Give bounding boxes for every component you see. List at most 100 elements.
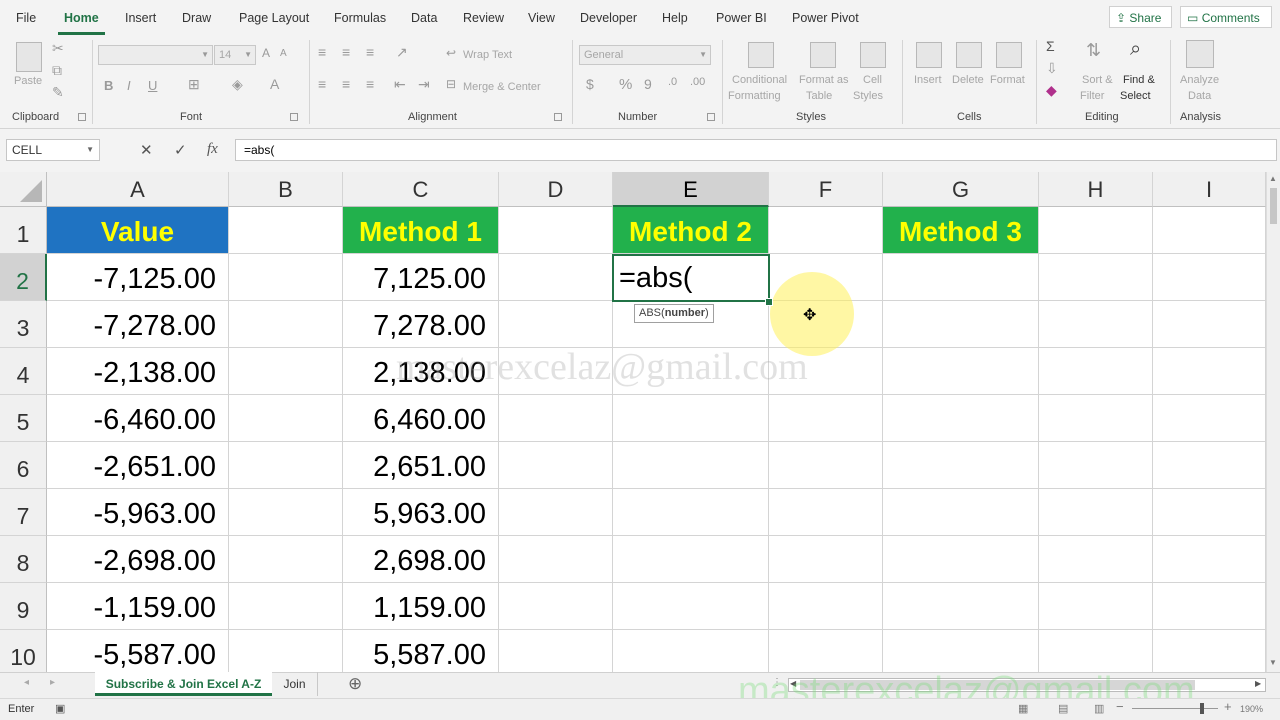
grid-cell[interactable]: [769, 442, 883, 489]
grid-cell[interactable]: [229, 207, 343, 254]
zoom-level[interactable]: 190%: [1240, 704, 1263, 714]
value-cell[interactable]: -7,278.00: [47, 301, 229, 348]
tab-data[interactable]: Data: [411, 11, 437, 25]
grid-cell[interactable]: [1039, 489, 1153, 536]
header-cell-method-3[interactable]: Method 3: [883, 207, 1039, 254]
align-top-icon[interactable]: ≡: [318, 44, 326, 60]
number-launcher-icon[interactable]: [707, 113, 715, 121]
column-header-d[interactable]: D: [499, 172, 613, 207]
paste-icon[interactable]: [16, 42, 42, 72]
row-header-3[interactable]: 3: [0, 301, 47, 348]
zoom-slider[interactable]: [1132, 708, 1218, 709]
grid-cell[interactable]: [769, 207, 883, 254]
next-sheet-icon[interactable]: ▸: [50, 677, 55, 688]
grid-cell[interactable]: [613, 583, 769, 630]
grid-cell[interactable]: [229, 348, 343, 395]
analyze-data-icon[interactable]: [1186, 40, 1214, 68]
grid-cell[interactable]: [769, 583, 883, 630]
grid-cell[interactable]: [769, 489, 883, 536]
grid-cell[interactable]: [229, 254, 343, 301]
grid-cell[interactable]: [1039, 630, 1153, 672]
select-all-corner[interactable]: [0, 172, 47, 207]
grid-cell[interactable]: [1153, 348, 1266, 395]
function-tooltip[interactable]: ABS(number): [634, 304, 714, 323]
header-cell-method-2[interactable]: Method 2: [613, 207, 769, 254]
fill-color-icon[interactable]: ◈: [232, 76, 243, 93]
name-box[interactable]: CELL ▼: [6, 139, 100, 161]
merge-center-label[interactable]: Merge & Center: [463, 80, 541, 94]
zoom-in-icon[interactable]: +: [1224, 699, 1232, 714]
scroll-right-icon[interactable]: ▶: [1255, 679, 1261, 688]
grid-cell[interactable]: [1153, 254, 1266, 301]
page-break-view-icon[interactable]: ▥: [1094, 702, 1104, 715]
find-select-icon[interactable]: ⌕: [1130, 38, 1141, 61]
scroll-up-icon[interactable]: ▲: [1269, 174, 1277, 183]
grid-cell[interactable]: [1039, 536, 1153, 583]
value-cell[interactable]: -2,651.00: [47, 442, 229, 489]
insert-function-icon[interactable]: fx: [207, 141, 218, 158]
fill-icon[interactable]: ⇩: [1046, 60, 1058, 77]
row-header-7[interactable]: 7: [0, 489, 47, 536]
conditional-formatting-icon[interactable]: [748, 42, 774, 68]
font-color-icon[interactable]: A: [270, 76, 279, 92]
column-header-h[interactable]: H: [1039, 172, 1153, 207]
fill-handle[interactable]: [765, 298, 773, 306]
grid-cell[interactable]: [229, 536, 343, 583]
value-cell[interactable]: -1,159.00: [47, 583, 229, 630]
grid-cell[interactable]: [883, 442, 1039, 489]
share-button[interactable]: ⇪ Share: [1109, 6, 1172, 28]
copy-icon[interactable]: ⧉: [52, 62, 62, 79]
normal-view-icon[interactable]: ▦: [1018, 702, 1028, 715]
grid-cell[interactable]: [1153, 207, 1266, 254]
tab-view[interactable]: View: [528, 11, 555, 25]
font-name-dropdown[interactable]: ▼: [98, 45, 213, 65]
header-cell-method-1[interactable]: Method 1: [343, 207, 499, 254]
format-as-table-icon[interactable]: [810, 42, 836, 68]
grid-cell[interactable]: [613, 630, 769, 672]
clear-icon[interactable]: ◆: [1046, 82, 1057, 99]
grid-cell[interactable]: [499, 442, 613, 489]
grid-cell[interactable]: [229, 630, 343, 672]
comma-style-icon[interactable]: 9: [644, 76, 652, 92]
grid-cell[interactable]: [883, 254, 1039, 301]
value-cell[interactable]: -6,460.00: [47, 395, 229, 442]
grid-cell[interactable]: [1039, 301, 1153, 348]
formula-input[interactable]: =abs(: [235, 139, 1277, 161]
tab-power-bi[interactable]: Power BI: [716, 11, 767, 25]
grid-cell[interactable]: [1039, 254, 1153, 301]
grid-cell[interactable]: [1153, 489, 1266, 536]
method-1-cell[interactable]: 6,460.00: [343, 395, 499, 442]
macro-record-icon[interactable]: ▣: [55, 702, 65, 715]
tab-file[interactable]: File: [16, 11, 36, 25]
grid-cell[interactable]: [499, 254, 613, 301]
row-header-9[interactable]: 9: [0, 583, 47, 630]
column-header-i[interactable]: I: [1153, 172, 1266, 207]
tab-power-pivot[interactable]: Power Pivot: [792, 11, 859, 25]
grid-cell[interactable]: [499, 395, 613, 442]
tab-insert[interactable]: Insert: [125, 11, 156, 25]
grid-cell[interactable]: [499, 583, 613, 630]
column-header-b[interactable]: B: [229, 172, 343, 207]
underline-button[interactable]: U: [148, 78, 157, 93]
increase-font-icon[interactable]: A: [262, 46, 270, 60]
grid-cell[interactable]: [1153, 301, 1266, 348]
grid-cell[interactable]: [769, 395, 883, 442]
grid-cell[interactable]: [229, 395, 343, 442]
page-layout-view-icon[interactable]: ▤: [1058, 702, 1068, 715]
method-1-cell[interactable]: 2,651.00: [343, 442, 499, 489]
row-header-4[interactable]: 4: [0, 348, 47, 395]
tab-home[interactable]: Home: [64, 11, 99, 25]
grid-cell[interactable]: [769, 630, 883, 672]
row-header-2[interactable]: 2: [0, 254, 47, 301]
tab-help[interactable]: Help: [662, 11, 688, 25]
header-cell-value[interactable]: Value: [47, 207, 229, 254]
grid-cell[interactable]: [229, 583, 343, 630]
bold-button[interactable]: B: [104, 78, 113, 93]
column-header-a[interactable]: A: [47, 172, 229, 207]
grid-cell[interactable]: [883, 395, 1039, 442]
grid-cell[interactable]: [883, 630, 1039, 672]
grid-cell[interactable]: [613, 442, 769, 489]
column-header-e[interactable]: E: [613, 172, 769, 207]
merge-center-icon[interactable]: ⊟: [446, 77, 456, 91]
align-left-icon[interactable]: ≡: [318, 76, 326, 92]
